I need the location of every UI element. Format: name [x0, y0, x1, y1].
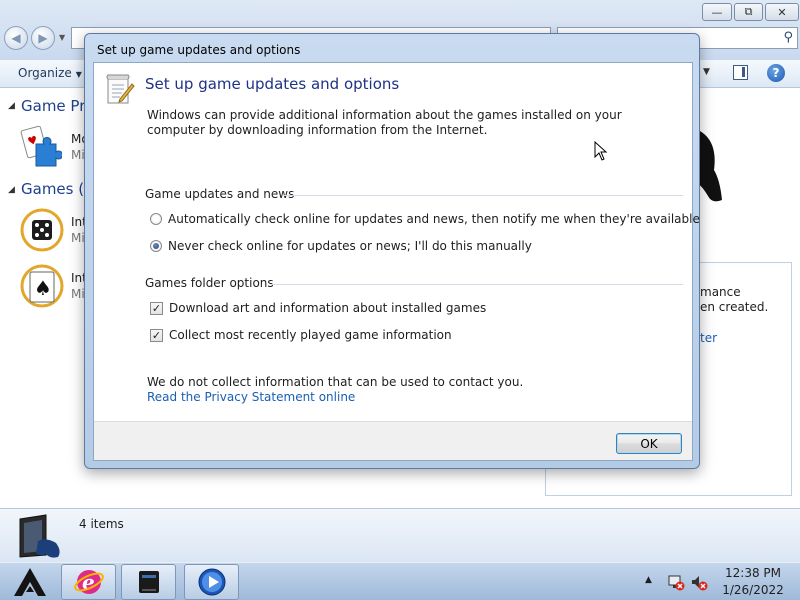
- forward-arrow-icon: ▶: [38, 31, 48, 45]
- dialog-title: Set up game updates and options: [97, 43, 301, 57]
- minimize-button[interactable]: —: [702, 3, 732, 21]
- forward-button[interactable]: ▶: [31, 26, 55, 50]
- never-check-radio[interactable]: [150, 240, 162, 252]
- group-title-games[interactable]: Games (3: [21, 180, 94, 198]
- game-dice-icon[interactable]: [20, 208, 64, 252]
- show-hidden-icons-button[interactable]: ▲: [645, 575, 652, 585]
- maximize-button[interactable]: ⧉: [734, 3, 763, 21]
- never-check-radio-option[interactable]: Never check online for updates or news; …: [150, 239, 532, 253]
- dialog-description: Windows can provide additional informati…: [147, 108, 622, 137]
- games-folder-icon: [19, 514, 60, 558]
- status-bar: 4 items: [0, 508, 800, 562]
- chevron-down-icon: ▼: [75, 70, 82, 79]
- game-controller-icon: [698, 130, 722, 202]
- mouse-cursor-icon: [594, 141, 608, 161]
- auto-check-radio-option[interactable]: Automatically check online for updates a…: [150, 212, 700, 226]
- taskbar-explorer-button[interactable]: [121, 564, 176, 600]
- help-icon[interactable]: ?: [767, 64, 785, 82]
- updates-section-label: Game updates and news: [145, 187, 295, 201]
- collect-recent-label: Collect most recently played game inform…: [169, 328, 452, 342]
- list-item-subtitle: Mi: [71, 287, 85, 301]
- folder-section-label: Games folder options: [145, 276, 274, 290]
- section-divider: [283, 195, 683, 196]
- taskbar-browser-button[interactable]: e: [61, 564, 116, 600]
- back-button[interactable]: ◀: [4, 26, 28, 50]
- drive-icon: [138, 571, 159, 593]
- item-count: 4 items: [79, 517, 124, 531]
- group-collapse-chevron-icon[interactable]: ◢: [8, 101, 15, 111]
- game-spades-icon[interactable]: ♠: [20, 264, 64, 308]
- close-window-button[interactable]: ✕: [765, 3, 799, 21]
- minimize-icon: —: [711, 5, 723, 19]
- list-item-subtitle: Mi: [71, 231, 85, 245]
- collect-recent-checkbox[interactable]: ✓: [150, 328, 163, 342]
- auto-check-radio[interactable]: [150, 213, 162, 225]
- taskbar: e ▲ 12:38 PM 1/26/2022: [0, 562, 800, 600]
- dialog-footer: OK: [94, 421, 692, 460]
- taskbar-media-player-button[interactable]: [184, 564, 239, 600]
- dialog-heading: Set up game updates and options: [145, 75, 400, 93]
- options-notepad-icon: [106, 74, 135, 104]
- recent-pages-dropdown[interactable]: ▼: [59, 33, 65, 42]
- collect-recent-checkbox-option[interactable]: ✓ Collect most recently played game info…: [150, 328, 452, 342]
- privacy-note: We do not collect information that can b…: [147, 375, 524, 389]
- preview-pane-icon[interactable]: [733, 65, 748, 80]
- volume-muted-icon[interactable]: [690, 573, 708, 591]
- list-item-subtitle: Mi: [71, 148, 85, 162]
- start-button[interactable]: [0, 563, 60, 600]
- view-options-dropdown[interactable]: ▼: [703, 67, 710, 77]
- start-logo-icon: [14, 568, 46, 596]
- dialog-content: Set up game updates and options Windows …: [93, 62, 700, 461]
- details-text-line: mance: [700, 285, 741, 299]
- game-options-dialog: Set up game updates and options Set up g…: [84, 33, 700, 469]
- restore-icon: ⧉: [744, 5, 753, 18]
- clock-date[interactable]: 1/26/2022: [712, 583, 794, 597]
- browser-e-icon: e: [73, 570, 104, 594]
- close-icon: ✕: [777, 5, 787, 19]
- details-text-line: en created.: [700, 300, 769, 314]
- download-art-label: Download art and information about insta…: [169, 301, 487, 315]
- network-icon[interactable]: [667, 573, 685, 591]
- privacy-statement-link[interactable]: Read the Privacy Statement online: [147, 390, 355, 404]
- back-arrow-icon: ◀: [11, 31, 21, 45]
- group-collapse-chevron-icon[interactable]: ◢: [8, 185, 15, 195]
- ok-button[interactable]: OK: [616, 433, 682, 454]
- svg-text:♠: ♠: [34, 276, 52, 300]
- clock-time[interactable]: 12:38 PM: [712, 566, 794, 580]
- organize-menu[interactable]: Organize ▼: [18, 66, 82, 80]
- details-link[interactable]: ter: [700, 331, 717, 345]
- game-provider-icon[interactable]: ♥: [18, 124, 62, 168]
- section-divider: [271, 284, 683, 285]
- download-art-checkbox[interactable]: ✓: [150, 301, 163, 315]
- search-icon[interactable]: ⚲: [783, 30, 793, 45]
- media-play-icon: [198, 568, 225, 596]
- auto-check-label: Automatically check online for updates a…: [168, 212, 700, 226]
- organize-label: Organize: [18, 66, 72, 80]
- never-check-label: Never check online for updates or news; …: [168, 239, 532, 253]
- download-art-checkbox-option[interactable]: ✓ Download art and information about ins…: [150, 301, 486, 315]
